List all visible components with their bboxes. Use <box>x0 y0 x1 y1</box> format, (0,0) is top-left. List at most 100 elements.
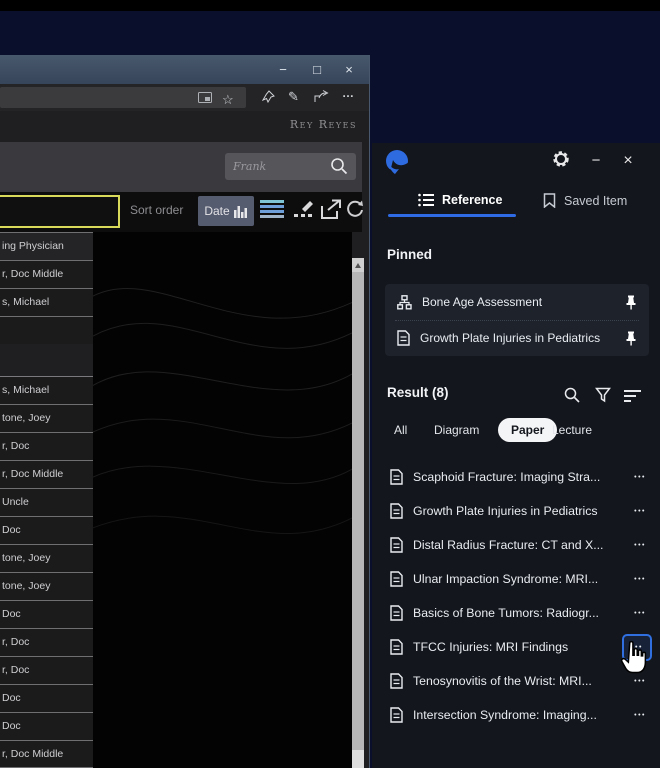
date-button-label: Date <box>204 204 230 218</box>
export-icon[interactable] <box>320 199 342 221</box>
more-options-icon[interactable]: ••• <box>634 678 646 685</box>
patient-row[interactable]: r, Doc <box>0 628 93 656</box>
patient-row[interactable]: Uncle <box>0 488 93 516</box>
chip-all[interactable]: All <box>394 418 407 442</box>
bar-chart-icon <box>233 204 248 218</box>
more-options-icon[interactable]: ••• <box>634 712 646 719</box>
more-options-icon[interactable]: ••• <box>634 474 646 481</box>
document-icon <box>390 469 403 485</box>
app-search-toolbar <box>0 142 362 192</box>
chip-paper[interactable]: Paper <box>498 418 558 442</box>
result-item[interactable]: Scaphoid Fracture: Imaging Stra... ••• <box>372 462 660 492</box>
document-icon <box>390 639 403 655</box>
sort-date-button[interactable]: Date <box>198 196 254 226</box>
document-icon <box>390 571 403 587</box>
sort-toolbar: Sort order Date <box>0 192 364 232</box>
pinned-card: Bone Age Assessment Growth Plate Injurie… <box>385 284 649 356</box>
patient-row[interactable]: s, Michael <box>0 376 93 404</box>
patient-row[interactable]: Doc <box>0 684 93 712</box>
pinned-item[interactable]: Growth Plate Injuries in Pediatrics <box>385 320 649 356</box>
more-options-icon[interactable]: ••• <box>634 576 646 583</box>
browser-titlebar[interactable]: − □ × <box>0 55 369 84</box>
more-options-icon[interactable]: ••• <box>634 542 646 549</box>
document-icon <box>390 537 403 553</box>
result-item-title: Ulnar Impaction Syndrome: MRI... <box>413 572 599 586</box>
patient-row[interactable]: r, Doc <box>0 432 93 460</box>
active-tab-underline <box>388 214 516 217</box>
browser-maximize-button[interactable]: □ <box>306 59 328 80</box>
patient-row[interactable]: Doc <box>0 516 93 544</box>
patient-list: ing Physician r, Doc Middle s, Michael s… <box>0 232 93 768</box>
highlighted-field[interactable] <box>0 195 120 228</box>
result-item[interactable]: Growth Plate Injuries in Pediatrics ••• <box>372 496 660 526</box>
scrollbar-up-arrow[interactable] <box>352 258 364 272</box>
pinned-item[interactable]: Bone Age Assessment <box>385 284 649 320</box>
settings-gear-icon[interactable] <box>552 150 574 170</box>
patient-row[interactable]: s, Michael <box>0 288 93 316</box>
result-item[interactable]: Tenosynovitis of the Wrist: MRI... ••• <box>372 666 660 696</box>
browser-minimize-button[interactable]: − <box>272 59 294 80</box>
result-heading: Result (8) <box>387 385 449 400</box>
result-item-title: Tenosynovitis of the Wrist: MRI... <box>413 674 592 688</box>
result-search-icon[interactable] <box>564 387 580 403</box>
result-item-title: Distal Radius Fracture: CT and X... <box>413 538 604 552</box>
patient-row[interactable]: tone, Joey <box>0 572 93 600</box>
refresh-icon[interactable] <box>346 199 364 219</box>
panel-close-button[interactable]: × <box>617 151 639 171</box>
result-item[interactable]: Ulnar Impaction Syndrome: MRI... ••• <box>372 564 660 594</box>
app-logo-icon <box>383 148 411 176</box>
tab-saved-item-label: Saved Item <box>564 193 628 208</box>
url-field[interactable]: ☆ <box>0 87 246 108</box>
search-icon[interactable] <box>330 157 348 175</box>
browser-close-button[interactable]: × <box>338 59 360 80</box>
more-options-icon[interactable]: ••• <box>634 610 646 617</box>
list-view-icon[interactable] <box>260 199 286 221</box>
browser-menu-icon[interactable]: … <box>342 84 354 102</box>
patient-row[interactable]: r, Doc Middle <box>0 460 93 488</box>
filter-funnel-icon[interactable] <box>595 387 611 403</box>
document-icon <box>390 503 403 519</box>
patient-row[interactable]: Doc <box>0 600 93 628</box>
tab-reference[interactable]: Reference <box>418 193 502 207</box>
pen-annotate-icon[interactable]: ✎ <box>288 88 299 106</box>
document-icon <box>390 605 403 621</box>
chip-lecture[interactable]: Lecture <box>552 418 592 442</box>
patient-row[interactable]: Doc <box>0 712 93 740</box>
patient-row[interactable]: tone, Joey <box>0 404 93 432</box>
tab-saved-item[interactable]: Saved Item <box>543 193 627 208</box>
scrollbar-bottom[interactable] <box>352 750 364 768</box>
document-icon <box>397 330 410 346</box>
viewer-scrollbar[interactable] <box>352 258 364 768</box>
patient-row[interactable]: r, Doc Middle <box>0 260 93 288</box>
result-item-title: Scaphoid Fracture: Imaging Stra... <box>413 470 601 484</box>
pushpin-icon[interactable] <box>625 331 637 346</box>
result-item[interactable]: Basics of Bone Tumors: Radiogr... ••• <box>372 598 660 628</box>
result-item[interactable]: TFCC Injuries: MRI Findings ••• <box>372 632 660 662</box>
hierarchy-icon <box>397 294 412 310</box>
result-item[interactable]: Intersection Syndrome: Imaging... ••• <box>372 700 660 730</box>
result-item[interactable]: Distal Radius Fracture: CT and X... ••• <box>372 530 660 560</box>
result-item-title: TFCC Injuries: MRI Findings <box>413 640 569 654</box>
more-options-button-focused[interactable]: ••• <box>622 633 652 661</box>
patient-row[interactable]: tone, Joey <box>0 544 93 572</box>
more-options-icon[interactable]: ••• <box>634 508 646 515</box>
patient-row[interactable]: r, Doc <box>0 656 93 684</box>
reference-list-icon <box>418 193 434 207</box>
edit-grid-icon[interactable] <box>292 199 316 221</box>
desktop: − □ × ☆ ✎ … Rey Reyes Frank Sort order D… <box>0 0 660 768</box>
sort-order-label: Sort order <box>130 203 184 217</box>
more-options-icon[interactable]: ••• <box>631 644 643 651</box>
browser-address-bar: ☆ ✎ … <box>0 84 369 111</box>
patient-row[interactable] <box>0 316 93 344</box>
favorite-star-icon[interactable]: ☆ <box>222 91 234 109</box>
picture-in-picture-icon[interactable] <box>198 92 212 103</box>
pushpin-icon[interactable] <box>625 295 637 310</box>
pin-tab-icon[interactable] <box>262 90 275 103</box>
sort-lines-icon[interactable] <box>624 390 642 402</box>
document-icon <box>390 707 403 723</box>
patient-row[interactable]: r, Doc Middle <box>0 740 93 768</box>
chip-diagram[interactable]: Diagram <box>434 418 479 442</box>
top-black-strip <box>0 0 660 11</box>
share-icon[interactable] <box>314 90 329 103</box>
panel-minimize-button[interactable]: − <box>585 151 607 171</box>
